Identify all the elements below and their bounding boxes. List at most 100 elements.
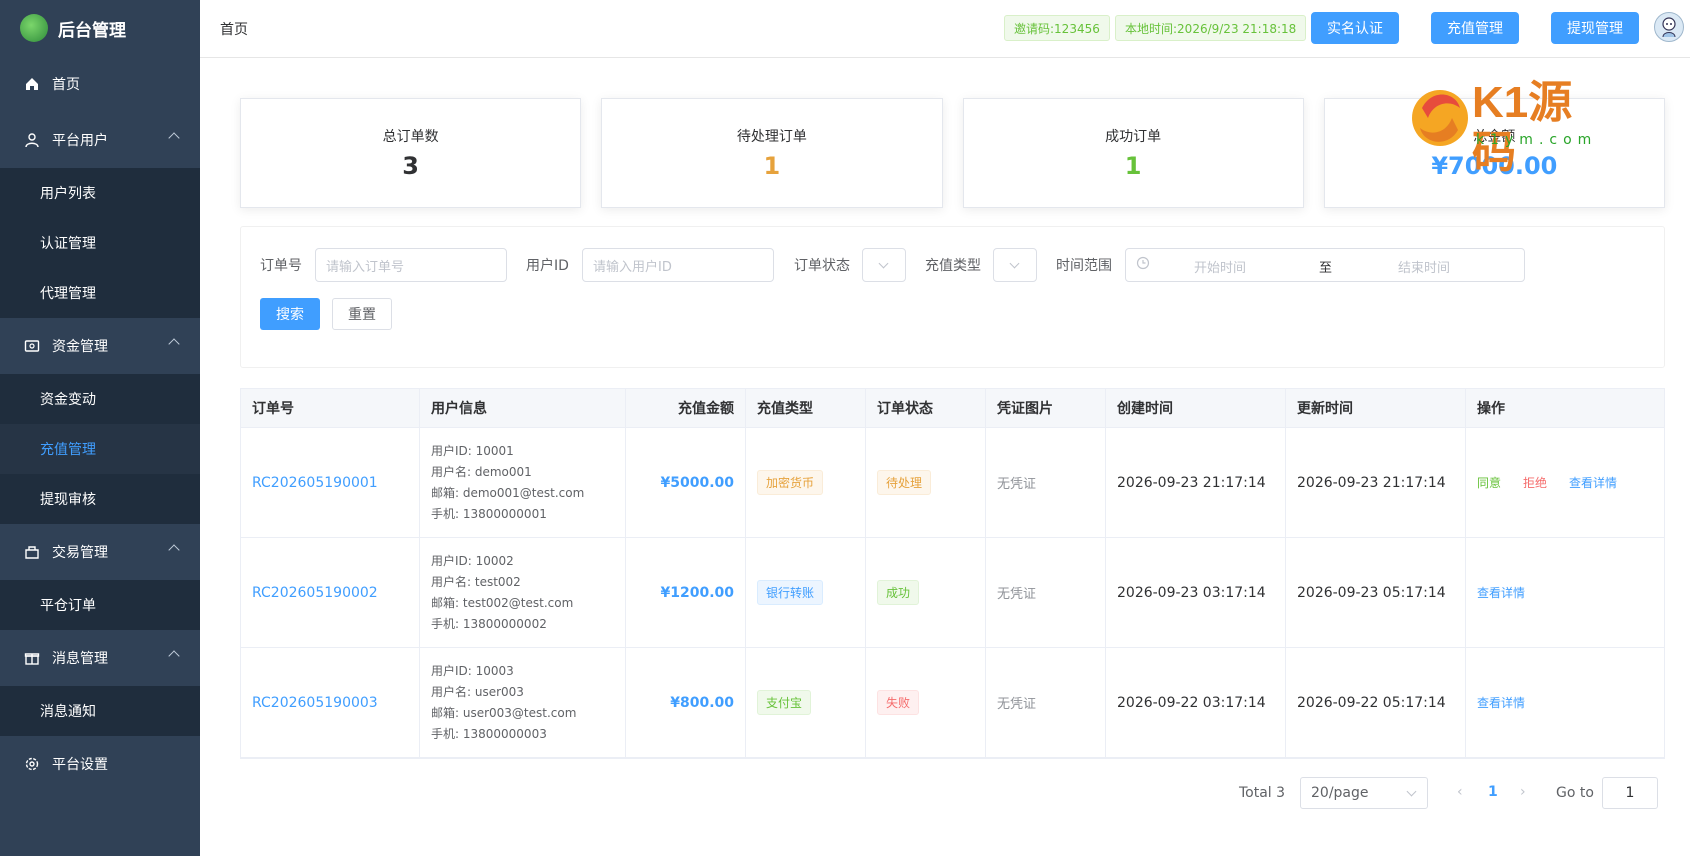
action-2[interactable]: 查看详情	[1569, 474, 1617, 491]
start-time-input[interactable]: 开始时间	[1194, 257, 1246, 276]
stat-label: 成功订单	[1105, 129, 1162, 145]
page-number-current[interactable]: 1	[1488, 784, 1498, 800]
created-time: 2026-09-23 21:17:14	[1117, 474, 1266, 491]
withdraw-button[interactable]: 提现管理	[1551, 12, 1639, 44]
range-separator: 至	[1319, 261, 1333, 276]
user-info-cell: 用户ID: 10003 用户名: user003 邮箱: user003@test.…	[420, 648, 626, 757]
leaf-logo-icon	[20, 14, 48, 42]
stat-label: 待处理订单	[736, 129, 807, 145]
proof-cell: 无凭证	[986, 538, 1106, 647]
username: 用户名: demo001	[431, 464, 532, 479]
avatar[interactable]	[1654, 12, 1684, 42]
sidebar-item-home[interactable]: 首页	[0, 56, 200, 112]
chevron-up-icon	[168, 338, 180, 350]
username: 用户名: user003	[431, 684, 524, 699]
watermark-logo: K1源码 k1ym.com	[1410, 78, 1615, 177]
chevron-up-icon	[168, 132, 180, 144]
order-no-input[interactable]: 请输入订单号	[315, 248, 507, 282]
next-page-icon[interactable]: ›	[1520, 784, 1526, 800]
sidebar-item-withdraw-review[interactable]: 提现审核	[0, 474, 200, 524]
reset-button[interactable]: 重置	[332, 298, 392, 330]
order-no-cell: RC202605190003	[241, 648, 420, 757]
actions-cell: 同意 拒绝 查看详情	[1466, 428, 1664, 537]
user-icon	[24, 132, 40, 148]
stat-value: 1	[763, 152, 781, 180]
type-tag: 银行转账	[757, 580, 824, 605]
type-cell: 支付宝	[746, 648, 866, 757]
table-row: RC202605190003 用户ID: 10003 用户名: user003 邮箱:…	[241, 648, 1664, 758]
phone: 手机: 13800000001	[431, 506, 547, 521]
status-badge: 失败	[877, 690, 920, 715]
type-cell: 加密货币	[746, 428, 866, 537]
sidebar-item-notifications[interactable]: 消息通知	[0, 686, 200, 736]
brand: 后台管理	[0, 0, 200, 56]
sidebar-item-verification[interactable]: 认证管理	[0, 218, 200, 268]
home-icon	[24, 76, 40, 92]
amount-value: ¥1200.00	[660, 584, 734, 601]
action-1[interactable]: 拒绝	[1523, 474, 1547, 491]
status-select[interactable]	[862, 248, 906, 282]
sidebar-item-fund-changes[interactable]: 资金变动	[0, 374, 200, 424]
goto-page-input[interactable]: 1	[1602, 777, 1658, 809]
status-badge: 待处理	[877, 470, 932, 495]
sidebar-nav: 首页 平台用户 用户列表 认证管理 代理管理 资金管理 资金变动 充值管理 提现…	[0, 56, 200, 792]
table-row: RC202605190001 用户ID: 10001 用户名: demo001 邮箱:…	[241, 428, 1664, 538]
sidebar-item-label: 交易管理	[52, 545, 108, 561]
sidebar-item-trading[interactable]: 交易管理	[0, 524, 200, 580]
sidebar-item-label: 资金管理	[52, 339, 108, 355]
table-header: 订单号 用户信息 充值金额 充值类型 订单状态 凭证图片 创建时间 更新时间 操作	[241, 389, 1664, 428]
order-no-link[interactable]: RC202605190003	[252, 695, 378, 711]
email: 邮箱: user003@test.com	[431, 705, 577, 720]
page-size-select[interactable]: 20/page	[1300, 777, 1428, 809]
sidebar-item-label: 消息管理	[52, 651, 108, 667]
recharge-button[interactable]: 充值管理	[1431, 12, 1519, 44]
sidebar-item-settings[interactable]: 平台设置	[0, 736, 200, 792]
stat-value: 1	[1124, 152, 1142, 180]
end-time-input[interactable]: 结束时间	[1398, 257, 1450, 276]
user-id-input[interactable]: 请输入用户ID	[582, 248, 774, 282]
amount-value: ¥5000.00	[660, 474, 734, 491]
created-cell: 2026-09-22 03:17:14	[1106, 648, 1286, 757]
type-tag: 支付宝	[757, 690, 812, 715]
updated-time: 2026-09-23 05:17:14	[1297, 584, 1446, 601]
column-header: 创建时间	[1106, 389, 1286, 427]
user-id-label: 用户ID	[526, 258, 569, 274]
sidebar-item-recharge[interactable]: 充值管理	[0, 424, 200, 474]
orders-table: 订单号 用户信息 充值金额 充值类型 订单状态 凭证图片 创建时间 更新时间 操作 RC2026…	[240, 388, 1665, 759]
actions-cell: 查看详情	[1466, 648, 1664, 757]
time-range-label: 时间范围	[1056, 258, 1112, 274]
sidebar-item-agents[interactable]: 代理管理	[0, 268, 200, 318]
amount-cell: ¥5000.00	[626, 428, 746, 537]
sidebar-item-user-list[interactable]: 用户列表	[0, 168, 200, 218]
search-button[interactable]: 搜索	[260, 298, 320, 330]
user-info-cell: 用户ID: 10002 用户名: test002 邮箱: test002@test.…	[420, 538, 626, 647]
sidebar-item-funds[interactable]: 资金管理	[0, 318, 200, 374]
phone: 手机: 13800000003	[431, 726, 547, 741]
breadcrumb[interactable]: 首页	[220, 19, 248, 39]
sidebar-item-closed-orders[interactable]: 平仓订单	[0, 580, 200, 630]
verify-button[interactable]: 实名认证	[1311, 12, 1399, 44]
prev-page-icon[interactable]: ‹	[1457, 784, 1463, 800]
proof-text: 无凭证	[997, 697, 1037, 712]
action-0[interactable]: 查看详情	[1477, 584, 1525, 601]
type-select[interactable]	[993, 248, 1037, 282]
user-id: 用户ID: 10001	[431, 443, 514, 458]
proof-cell: 无凭证	[986, 648, 1106, 757]
stat-value: 3	[402, 152, 419, 180]
action-0[interactable]: 查看详情	[1477, 694, 1525, 711]
sidebar-item-platform-users[interactable]: 平台用户	[0, 112, 200, 168]
time-range-picker[interactable]: 开始时间 至 结束时间	[1125, 248, 1525, 282]
chevron-down-icon	[1009, 258, 1020, 269]
proof-text: 无凭证	[997, 587, 1037, 602]
table-body: RC202605190001 用户ID: 10001 用户名: demo001 邮箱:…	[241, 428, 1664, 758]
app-title: 后台管理	[58, 20, 126, 41]
sidebar-item-messages[interactable]: 消息管理	[0, 630, 200, 686]
status-cell: 成功	[866, 538, 986, 647]
order-no-link[interactable]: RC202605190002	[252, 585, 378, 601]
stat-card-total-orders: 总订单数 3	[240, 98, 582, 208]
action-0[interactable]: 同意	[1477, 474, 1501, 491]
order-no-link[interactable]: RC202605190001	[252, 475, 378, 491]
column-header: 充值金额	[626, 389, 746, 427]
column-header: 用户信息	[420, 389, 626, 427]
column-header: 订单号	[241, 389, 420, 427]
